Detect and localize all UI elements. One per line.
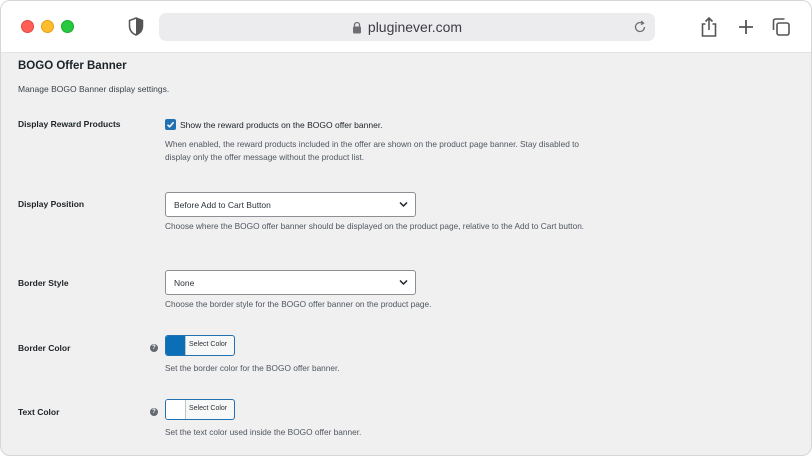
border-color-button-label: Select Color (189, 341, 228, 348)
browser-toolbar: pluginever.com (1, 1, 811, 53)
page-title: BOGO Offer Banner (18, 60, 127, 72)
help-icon[interactable]: ? (150, 344, 158, 352)
share-icon[interactable] (699, 16, 719, 38)
new-tab-icon[interactable] (736, 16, 756, 38)
border-style-description: Choose the border style for the BOGO off… (165, 299, 432, 309)
display-reward-label: Display Reward Products (18, 119, 121, 129)
minimize-window-button[interactable] (41, 20, 54, 33)
border-color-description: Set the border color for the BOGO offer … (165, 363, 340, 373)
border-style-value: None (174, 278, 195, 288)
chevron-down-icon (399, 279, 408, 286)
display-reward-description: When enabled, the reward products includ… (165, 139, 580, 162)
reload-icon[interactable] (633, 20, 647, 34)
text-color-description: Set the text color used inside the BOGO … (165, 427, 362, 437)
border-color-swatch (166, 336, 186, 355)
text-color-label: Text Color (18, 407, 60, 417)
checkmark-icon (166, 121, 175, 128)
display-position-select[interactable]: Before Add to Cart Button (165, 192, 416, 217)
display-position-value: Before Add to Cart Button (174, 200, 271, 210)
border-style-select[interactable]: None (165, 270, 416, 295)
text-color-picker-button[interactable]: Select Color (165, 399, 235, 420)
address-bar[interactable]: pluginever.com (159, 13, 655, 41)
url-text: pluginever.com (367, 19, 463, 35)
border-style-label: Border Style (18, 278, 69, 288)
text-color-button-label: Select Color (189, 405, 228, 412)
zoom-window-button[interactable] (61, 20, 74, 33)
border-color-picker-button[interactable]: Select Color (165, 335, 235, 356)
text-color-swatch (166, 400, 186, 419)
browser-window: pluginever.com BOGO Offer Banner Manage … (0, 0, 812, 456)
help-icon[interactable]: ? (150, 408, 158, 416)
border-color-label: Border Color (18, 343, 71, 353)
page-description: Manage BOGO Banner display settings. (18, 84, 170, 94)
close-window-button[interactable] (21, 20, 34, 33)
chevron-down-icon (399, 201, 408, 208)
display-position-description: Choose where the BOGO offer banner shoul… (165, 221, 585, 231)
tab-overview-icon[interactable] (771, 16, 791, 38)
shield-icon[interactable] (128, 17, 144, 36)
display-position-label: Display Position (18, 199, 85, 209)
lock-icon (352, 21, 361, 33)
display-reward-checkbox[interactable] (165, 119, 176, 130)
settings-page: BOGO Offer Banner Manage BOGO Banner dis… (1, 53, 811, 455)
display-reward-checkbox-label[interactable]: Show the reward products on the BOGO off… (180, 120, 383, 130)
